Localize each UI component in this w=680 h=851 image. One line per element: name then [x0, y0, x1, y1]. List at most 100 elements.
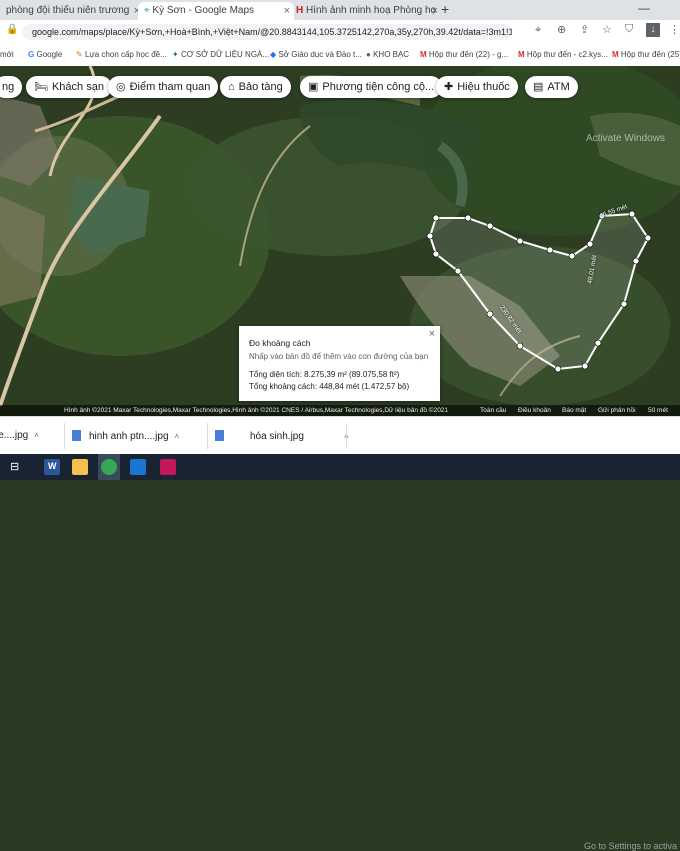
- address-bar: 🔒 google.com/maps/place/Kỳ+Sơn,+Hoà+Bình…: [0, 20, 680, 44]
- file-explorer-icon[interactable]: [72, 459, 88, 475]
- bookmark-item[interactable]: M Hộp thư đến - c2.kys...: [518, 50, 608, 59]
- star-icon[interactable]: ☆: [602, 23, 612, 36]
- terms-link[interactable]: Điều khoản: [518, 405, 551, 416]
- chip-label: ng: [2, 81, 15, 93]
- image-file-icon: [72, 430, 81, 441]
- download-item[interactable]: hóa sinh.jpg˄: [215, 430, 349, 442]
- close-icon[interactable]: ×: [432, 2, 438, 20]
- bookmark-item[interactable]: ◆ Sở Giáo dục và Đào t...: [270, 50, 362, 59]
- lock-icon: 🔒: [6, 24, 19, 35]
- bookmark-label: Hộp thư đến (22) - g...: [428, 50, 509, 59]
- bookmark-label: Hộp thư đến (25): [620, 50, 680, 59]
- google-icon: G: [28, 50, 35, 59]
- photos-icon[interactable]: [130, 459, 146, 475]
- tab-label: Hình ảnh minh hoạ Phòng họ: [306, 5, 437, 16]
- chip-hotels[interactable]: 🛏 Khách sạn: [26, 76, 112, 98]
- shield-icon[interactable]: ⛉: [625, 23, 633, 36]
- activate-windows-text: Activate Windows: [586, 133, 665, 144]
- windows-taskbar: ⊟ W: [0, 454, 680, 480]
- privacy-link[interactable]: Báo mật: [562, 405, 586, 416]
- tab-label: phòng đội thiếu niên trương: [6, 5, 130, 16]
- museum-icon: ⌂: [228, 81, 235, 93]
- chip-label: ATM: [547, 81, 570, 93]
- download-filename: le....jpg: [0, 430, 29, 441]
- bookmark-item[interactable]: M Hộp thư đến (25): [612, 50, 680, 59]
- chip-pharmacies[interactable]: ✚ Hiệu thuốc: [436, 76, 518, 98]
- chip-label: Hiệu thuốc: [457, 81, 510, 93]
- bookmark-item[interactable]: G Google: [28, 50, 62, 59]
- measure-title: Đo khoảng cách: [249, 338, 311, 348]
- chevron-up-icon[interactable]: ˄: [34, 431, 39, 440]
- chevron-up-icon[interactable]: ˄: [175, 432, 180, 441]
- divider: [346, 423, 347, 449]
- total-area: Tổng diện tích: 8.275,39 m² (89.075,58 f…: [249, 370, 400, 379]
- bookmark-icon: ✎: [76, 50, 83, 59]
- gmail-icon: M: [420, 50, 427, 59]
- chip-label: Bảo tàng: [238, 81, 283, 93]
- measure-distance-panel: × Đo khoảng cách Nhấp vào bản đồ để thêm…: [239, 326, 440, 401]
- bookmark-label: KHO BẠC: [373, 50, 410, 59]
- menu-icon[interactable]: ⋮: [669, 23, 680, 36]
- satellite-map[interactable]: ng 🛏 Khách sạn ◎ Điểm tham quan ⌂ Bảo tàng …: [0, 66, 680, 416]
- downloads-bar: le....jpg ˄ hinh anh ptn....jpg ˄ hóa sinh…: [0, 416, 680, 851]
- download-icon[interactable]: ↓: [646, 23, 660, 37]
- tab-item[interactable]: H Hình ảnh minh hoạ Phòng họ ×: [290, 2, 442, 20]
- imagery-credit: Hình ảnh ©2021 Maxar Technologies,Maxar …: [64, 407, 449, 414]
- bookmark-label: Lựa chọn cấp học đề...: [84, 50, 167, 59]
- divider: [64, 423, 65, 449]
- close-icon[interactable]: ×: [429, 328, 435, 340]
- feedback-link[interactable]: Gửi phản hồi: [598, 405, 636, 416]
- tab-item[interactable]: phòng đội thiếu niên trương ×: [0, 2, 144, 20]
- download-item[interactable]: hinh anh ptn....jpg ˄: [72, 430, 179, 442]
- chrome-icon[interactable]: [101, 459, 117, 475]
- map-attribution-bar: Hình ảnh ©2021 Maxar Technologies,Maxar …: [0, 405, 680, 416]
- app-icon[interactable]: [160, 459, 176, 475]
- measure-hint: Nhấp vào bản đồ để thêm vào con đường củ…: [249, 352, 429, 361]
- tab-favicon-icon: H: [296, 5, 304, 16]
- bookmark-label: Sở Giáo dục và Đào t...: [278, 50, 362, 59]
- chip-label: Khách sạn: [51, 81, 104, 93]
- chip-museums[interactable]: ⌂ Bảo tàng: [220, 76, 291, 98]
- bookmark-item[interactable]: ● KHO BẠC: [366, 50, 409, 59]
- activation-watermark: Go to Settings to activa: [584, 841, 678, 851]
- chip-atm[interactable]: ▤ ATM: [525, 76, 578, 98]
- tab-strip: phòng đội thiếu niên trương × ⌖ Kỳ Sơn -…: [0, 0, 680, 20]
- bed-icon: 🛏: [34, 81, 48, 93]
- gmail-icon: M: [518, 50, 525, 59]
- chip-label: Phương tiện công cộ...: [322, 81, 435, 93]
- camera-icon: ◎: [116, 81, 126, 93]
- bookmark-item[interactable]: ✦ CƠ SỞ DỮ LIỆU NGÀ...: [172, 50, 269, 59]
- chip-attractions[interactable]: ◎ Điểm tham quan: [108, 76, 219, 98]
- bookmark-label: CƠ SỞ DỮ LIỆU NGÀ...: [180, 50, 270, 59]
- word-icon-letter: W: [48, 461, 57, 471]
- download-item[interactable]: le....jpg ˄: [0, 430, 39, 441]
- scale-label: 50 mét: [648, 407, 668, 414]
- bookmarks-bar: mới G Google ✎ Lựa chọn cấp học đề... ✦ …: [0, 44, 680, 67]
- location-icon[interactable]: ⌖: [535, 24, 541, 37]
- bookmark-item[interactable]: M Hộp thư đến (22) - g...: [420, 50, 508, 59]
- atm-icon: ▤: [533, 81, 544, 93]
- tab-label: Kỳ Sơn - Google Maps: [152, 5, 255, 16]
- minimize-icon[interactable]: —: [638, 1, 650, 15]
- tab-item[interactable]: ⌖ Kỳ Sơn - Google Maps ×: [138, 2, 294, 20]
- image-file-icon: [215, 430, 224, 441]
- url-field[interactable]: google.com/maps/place/Kỳ+Sơn,+Hoà+Bình,+…: [22, 24, 512, 40]
- bookmark-label: Hộp thư đến - c2.kys...: [526, 50, 608, 59]
- bookmark-icon: ✦: [172, 50, 179, 59]
- global-link[interactable]: Toàn cầu: [480, 405, 506, 416]
- maps-favicon-icon: ⌖: [144, 5, 150, 16]
- bookmark-item[interactable]: mới: [0, 50, 14, 59]
- download-filename: hóa sinh.jpg: [250, 431, 304, 442]
- pharmacy-icon: ✚: [444, 81, 454, 93]
- download-filename: hinh anh ptn....jpg: [89, 431, 169, 442]
- task-view-icon[interactable]: ⊟: [10, 460, 19, 473]
- share-icon[interactable]: ⇪: [580, 23, 589, 36]
- zoom-icon[interactable]: ⊕: [557, 23, 566, 36]
- chip-transit[interactable]: ▣ Phương tiện công cộ...: [300, 76, 443, 98]
- new-tab-icon[interactable]: +: [441, 1, 449, 17]
- bookmark-item[interactable]: ✎ Lựa chọn cấp học đề...: [76, 50, 167, 59]
- chip-label: Điểm tham quan: [129, 81, 211, 93]
- bookmark-icon: ●: [366, 50, 371, 59]
- bookmark-icon: ◆: [270, 50, 277, 59]
- gmail-icon: M: [612, 50, 619, 59]
